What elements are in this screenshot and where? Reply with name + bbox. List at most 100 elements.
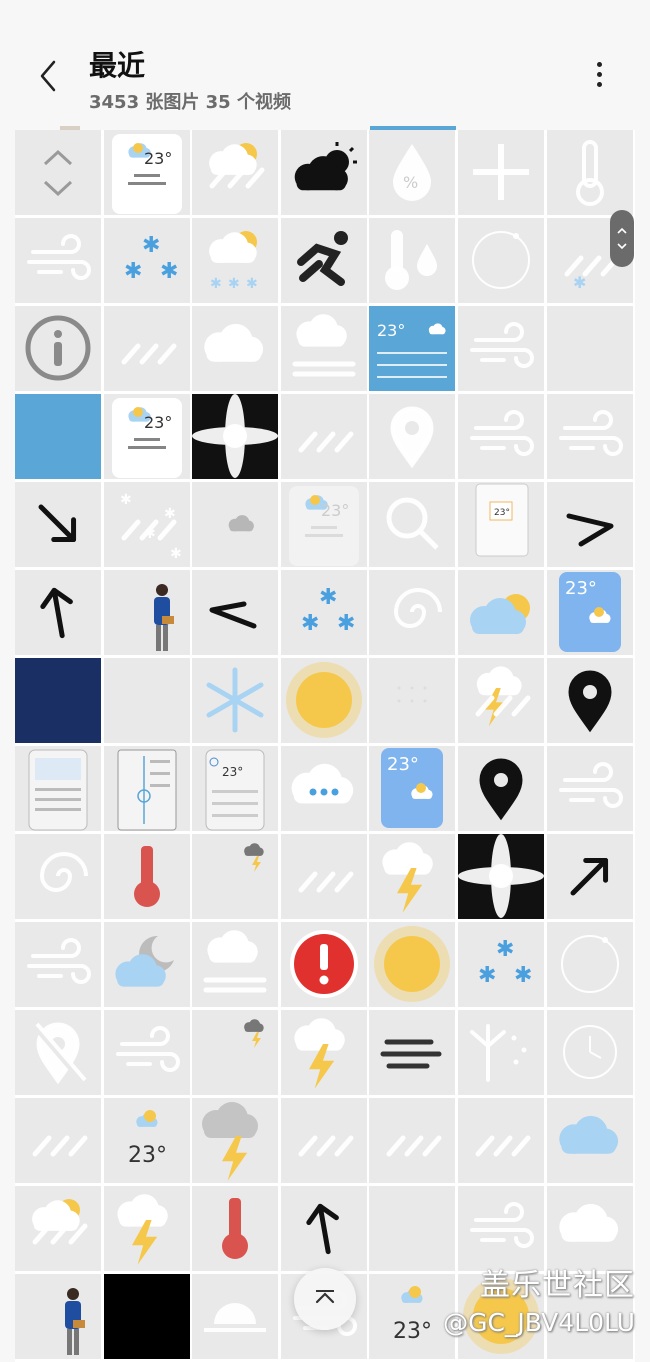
grid-thumbnail[interactable]	[546, 1010, 633, 1095]
grid-thumbnail[interactable]	[369, 218, 456, 303]
grid-thumbnail[interactable]	[103, 746, 190, 831]
grid-thumbnail[interactable]	[280, 218, 367, 303]
grid-thumbnail[interactable]	[192, 834, 279, 919]
grid-thumbnail[interactable]: 23°	[103, 1098, 190, 1183]
grid-thumbnail[interactable]	[369, 1010, 456, 1095]
grid-thumbnail[interactable]	[458, 130, 544, 215]
grid-thumbnail[interactable]	[192, 482, 279, 567]
grid-thumbnail[interactable]	[458, 218, 544, 303]
grid-thumbnail[interactable]	[546, 834, 633, 919]
grid-thumbnail[interactable]	[280, 658, 367, 743]
grid-thumbnail[interactable]	[458, 1098, 544, 1183]
grid-thumbnail[interactable]: 23°	[546, 570, 633, 655]
grid-thumbnail[interactable]	[458, 306, 544, 391]
grid-thumbnail[interactable]: ✱ ✱ ✱ ✱	[103, 482, 190, 567]
grid-thumbnail[interactable]	[369, 834, 456, 919]
grid-thumbnail[interactable]	[192, 922, 279, 1007]
grid-thumbnail[interactable]	[15, 306, 101, 391]
grid-thumbnail[interactable]	[103, 658, 190, 743]
grid-thumbnail[interactable]	[546, 746, 633, 831]
grid-thumbnail[interactable]	[15, 394, 101, 479]
grid-thumbnail[interactable]	[546, 306, 633, 391]
wind-icon	[27, 938, 91, 984]
grid-thumbnail[interactable]: 23°	[103, 130, 190, 215]
grid-thumbnail[interactable]	[369, 1098, 456, 1183]
grid-thumbnail[interactable]	[458, 1010, 544, 1095]
grid-thumbnail[interactable]	[103, 1186, 190, 1271]
grid-thumbnail[interactable]	[546, 394, 633, 479]
grid-thumbnail[interactable]	[546, 1098, 633, 1183]
fast-scroll-handle[interactable]	[610, 210, 634, 267]
grid-thumbnail[interactable]	[280, 834, 367, 919]
grid-thumbnail[interactable]	[458, 394, 544, 479]
grid-thumbnail[interactable]: 23°	[192, 746, 279, 831]
grid-thumbnail[interactable]	[15, 746, 101, 831]
grid-thumbnail[interactable]: 23°	[458, 482, 544, 567]
grid-thumbnail[interactable]	[280, 1098, 367, 1183]
grid-thumbnail[interactable]	[280, 306, 367, 391]
grid-thumbnail[interactable]	[192, 658, 279, 743]
grid-thumbnail[interactable]	[458, 658, 544, 743]
grid-thumbnail[interactable]: ✱ ✱ ✱	[192, 218, 279, 303]
grid-thumbnail[interactable]	[280, 1186, 367, 1271]
grid-thumbnail[interactable]	[15, 922, 101, 1007]
grid-thumbnail[interactable]: 23°	[369, 306, 456, 391]
loading-circle-icon	[472, 231, 530, 289]
grid-thumbnail[interactable]	[369, 394, 456, 479]
grid-thumbnail[interactable]	[15, 130, 101, 215]
grid-thumbnail[interactable]	[546, 130, 633, 215]
grid-thumbnail[interactable]	[280, 922, 367, 1007]
grid-thumbnail[interactable]	[192, 570, 279, 655]
grid-thumbnail[interactable]	[280, 746, 367, 831]
grid-thumbnail[interactable]: 23°	[103, 394, 190, 479]
grid-thumbnail[interactable]	[369, 570, 456, 655]
grid-thumbnail[interactable]	[15, 658, 101, 743]
grid-thumbnail[interactable]	[280, 394, 367, 479]
grid-thumbnail[interactable]	[192, 306, 279, 391]
grid-thumbnail[interactable]	[103, 834, 190, 919]
grid-thumbnail[interactable]	[458, 834, 544, 919]
grid-thumbnail[interactable]	[192, 394, 279, 479]
grid-thumbnail[interactable]: ✱ ✱ ✱	[280, 570, 367, 655]
grid-thumbnail[interactable]	[103, 570, 190, 655]
grid-thumbnail[interactable]: ✱ ✱ ✱	[103, 218, 190, 303]
grid-thumbnail[interactable]	[15, 1098, 101, 1183]
grid-thumbnail[interactable]	[15, 482, 101, 567]
grid-thumbnail[interactable]	[192, 1010, 279, 1095]
back-button[interactable]	[34, 56, 64, 96]
watermark: 盖乐世社区 @GC_JBV4L0LU	[420, 1258, 645, 1362]
grid-thumbnail[interactable]: ✱ ✱ ✱	[458, 922, 544, 1007]
grid-thumbnail[interactable]	[103, 922, 190, 1007]
svg-text:23°: 23°	[222, 765, 243, 779]
grid-thumbnail[interactable]: %	[369, 130, 456, 215]
grid-thumbnail[interactable]	[192, 130, 279, 215]
grid-thumbnail[interactable]	[192, 1098, 279, 1183]
grid-thumbnail[interactable]	[546, 482, 633, 567]
grid-thumbnail[interactable]	[546, 922, 633, 1007]
grid-thumbnail[interactable]	[369, 658, 456, 743]
grid-thumbnail[interactable]	[280, 130, 367, 215]
grid-thumbnail[interactable]	[15, 570, 101, 655]
grid-thumbnail[interactable]	[103, 1274, 190, 1359]
grid-thumbnail[interactable]: 23°	[369, 746, 456, 831]
grid-thumbnail[interactable]	[546, 658, 633, 743]
grid-thumbnail[interactable]	[15, 834, 101, 919]
grid-thumbnail[interactable]	[192, 1186, 279, 1271]
grid-thumbnail[interactable]	[15, 1010, 101, 1095]
grid-thumbnail[interactable]	[15, 1274, 101, 1359]
chevron-left-icon	[40, 60, 56, 92]
grid-thumbnail[interactable]: 23°	[280, 482, 367, 567]
grid-thumbnail[interactable]	[103, 306, 190, 391]
grid-thumbnail[interactable]	[369, 922, 456, 1007]
grid-thumbnail[interactable]	[15, 1186, 101, 1271]
grid-thumbnail[interactable]	[103, 1010, 190, 1095]
grid-thumbnail[interactable]	[280, 1010, 367, 1095]
grid-thumbnail[interactable]	[15, 218, 101, 303]
grid-thumbnail[interactable]	[192, 1274, 279, 1359]
grid-thumbnail[interactable]	[458, 746, 544, 831]
scroll-to-top-button[interactable]	[294, 1268, 356, 1330]
more-options-button[interactable]	[588, 60, 610, 94]
app-screenshot	[28, 749, 88, 831]
grid-thumbnail[interactable]	[458, 570, 544, 655]
grid-thumbnail[interactable]	[369, 482, 456, 567]
